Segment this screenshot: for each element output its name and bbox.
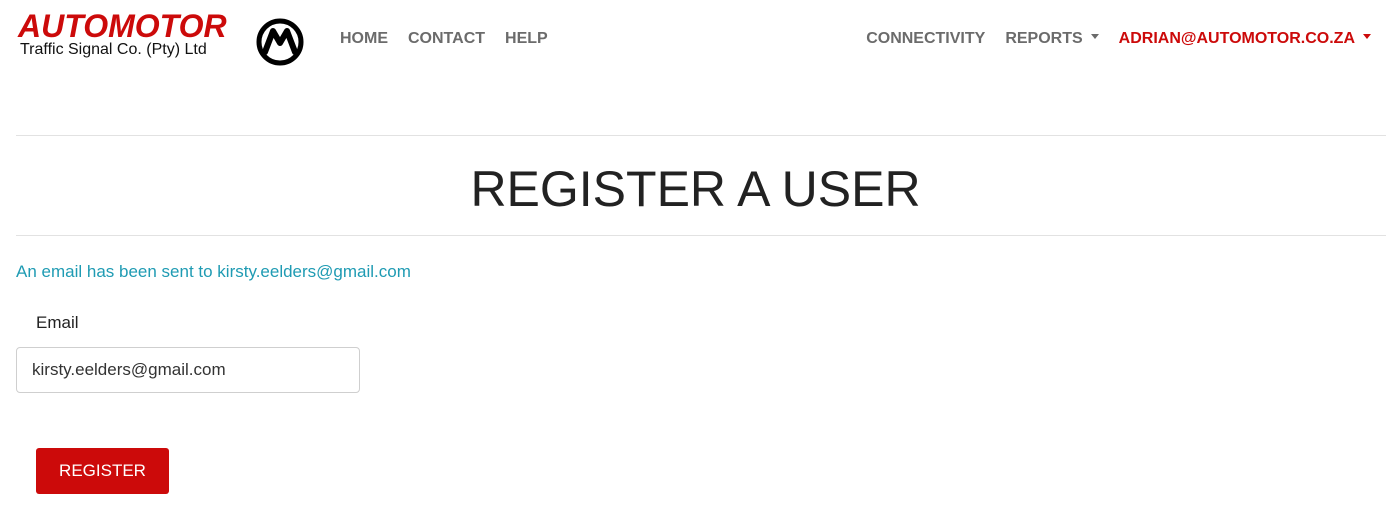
primary-nav: HOME CONTACT HELP [340, 29, 548, 49]
reports-dropdown-label: REPORTS [1005, 30, 1083, 47]
automotor-emblem-icon [256, 18, 304, 66]
caret-down-icon [1363, 34, 1371, 40]
nav-connectivity-link[interactable]: CONNECTIVITY [866, 29, 985, 49]
user-account-label: ADRIAN@AUTOMOTOR.CO.ZA [1118, 30, 1355, 47]
page-title: REGISTER A USER [470, 161, 921, 217]
title-divider-bottom [16, 235, 1386, 236]
caret-down-icon [1090, 34, 1099, 40]
top-navbar: AUTOMOTOR Traffic Signal Co. (Pty) Ltd H… [0, 0, 1391, 80]
reports-dropdown[interactable]: REPORTS [1005, 29, 1099, 49]
secondary-nav: CONNECTIVITY REPORTS ADRIAN@AUTOMOTOR.CO… [866, 29, 1371, 49]
title-divider-top [16, 135, 1386, 136]
nav-home-link[interactable]: HOME [340, 29, 388, 49]
register-button[interactable]: REGISTER [36, 448, 169, 494]
nav-help-link[interactable]: HELP [505, 29, 548, 49]
email-sent-alert: An email has been sent to kirsty.eelders… [16, 262, 411, 281]
nav-contact-link[interactable]: CONTACT [408, 29, 485, 49]
brand-subtitle: Traffic Signal Co. (Pty) Ltd [20, 41, 207, 58]
brand-logo-link[interactable]: AUTOMOTOR Traffic Signal Co. (Pty) Ltd [18, 8, 318, 66]
email-field-label: Email [36, 313, 79, 332]
user-account-dropdown[interactable]: ADRIAN@AUTOMOTOR.CO.ZA [1119, 29, 1371, 49]
brand-name: AUTOMOTOR [18, 8, 227, 44]
email-field[interactable] [16, 347, 360, 393]
